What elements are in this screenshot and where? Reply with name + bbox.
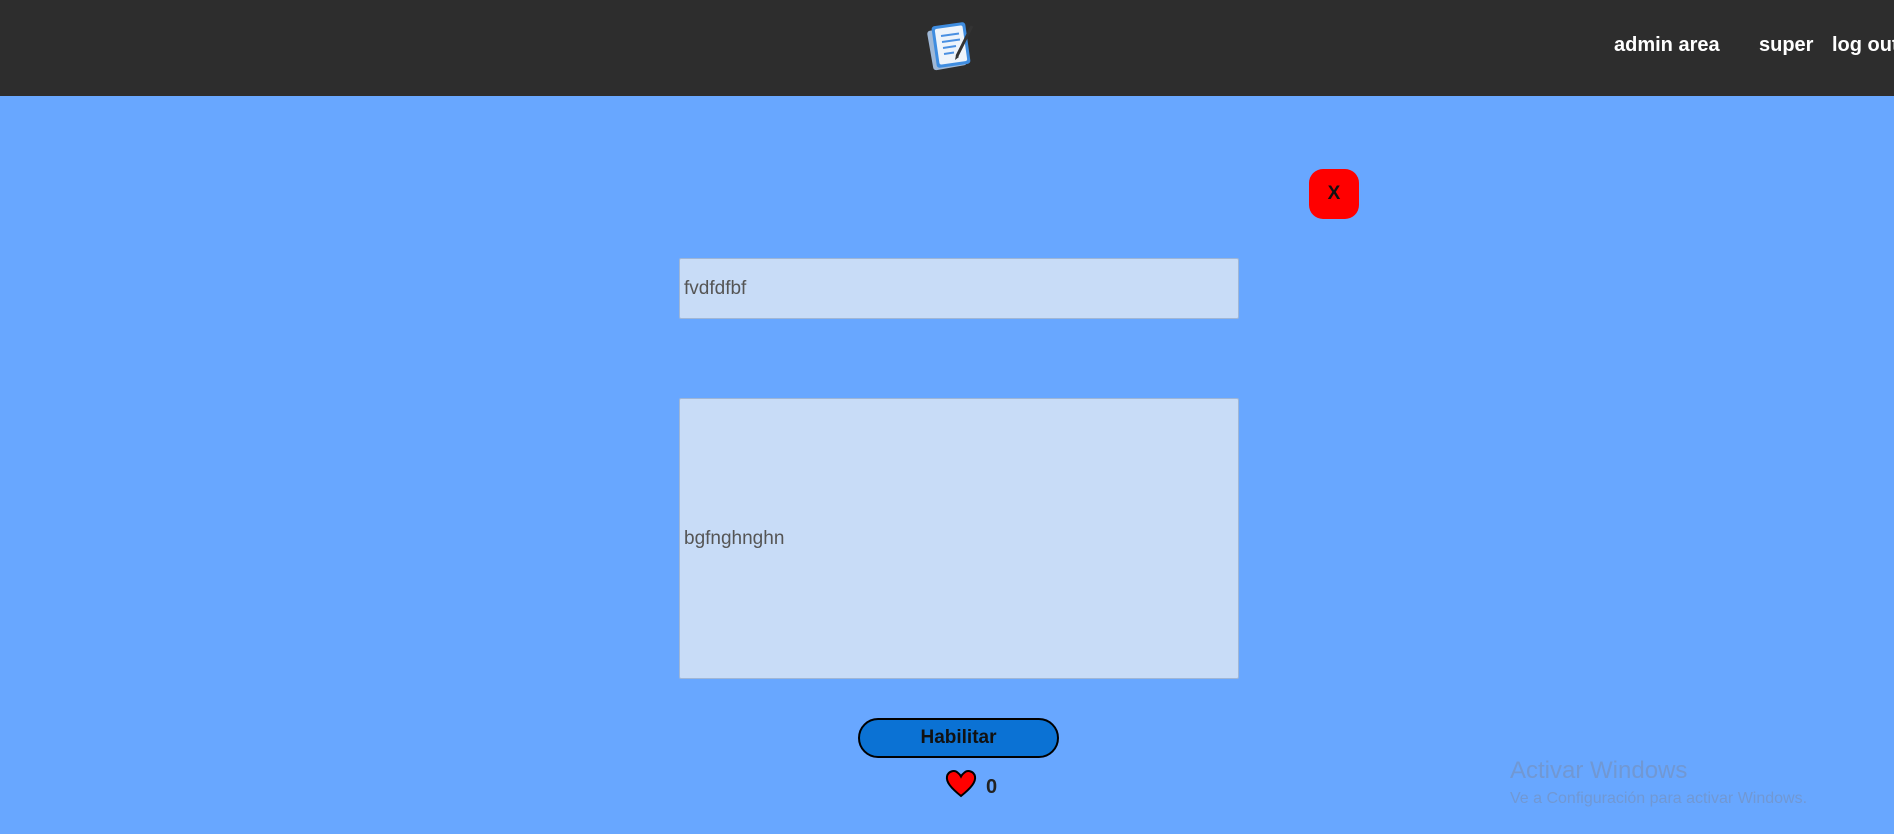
notepad-icon[interactable] bbox=[920, 16, 980, 76]
windows-activation-title: Activar Windows bbox=[1510, 757, 1688, 784]
title-input-value: fvdfdfbf bbox=[684, 277, 747, 299]
username-link[interactable]: super bbox=[1759, 34, 1813, 57]
title-input[interactable]: fvdfdfbf bbox=[679, 258, 1239, 319]
admin-area-link[interactable]: admin area bbox=[1614, 34, 1720, 57]
windows-activation-subtitle: Ve a Configuración para activar Windows. bbox=[1510, 790, 1808, 807]
enable-button[interactable]: Habilitar bbox=[858, 718, 1059, 758]
close-button[interactable]: X bbox=[1309, 169, 1359, 219]
top-navbar: admin area super log out bbox=[0, 0, 1894, 96]
like-count: 0 bbox=[986, 776, 998, 798]
body-textarea[interactable]: bgfnghnghn bbox=[679, 398, 1239, 679]
heart-icon[interactable] bbox=[945, 768, 977, 798]
body-textarea-value: bgfnghnghn bbox=[684, 527, 785, 549]
logout-link[interactable]: log out bbox=[1832, 34, 1894, 57]
